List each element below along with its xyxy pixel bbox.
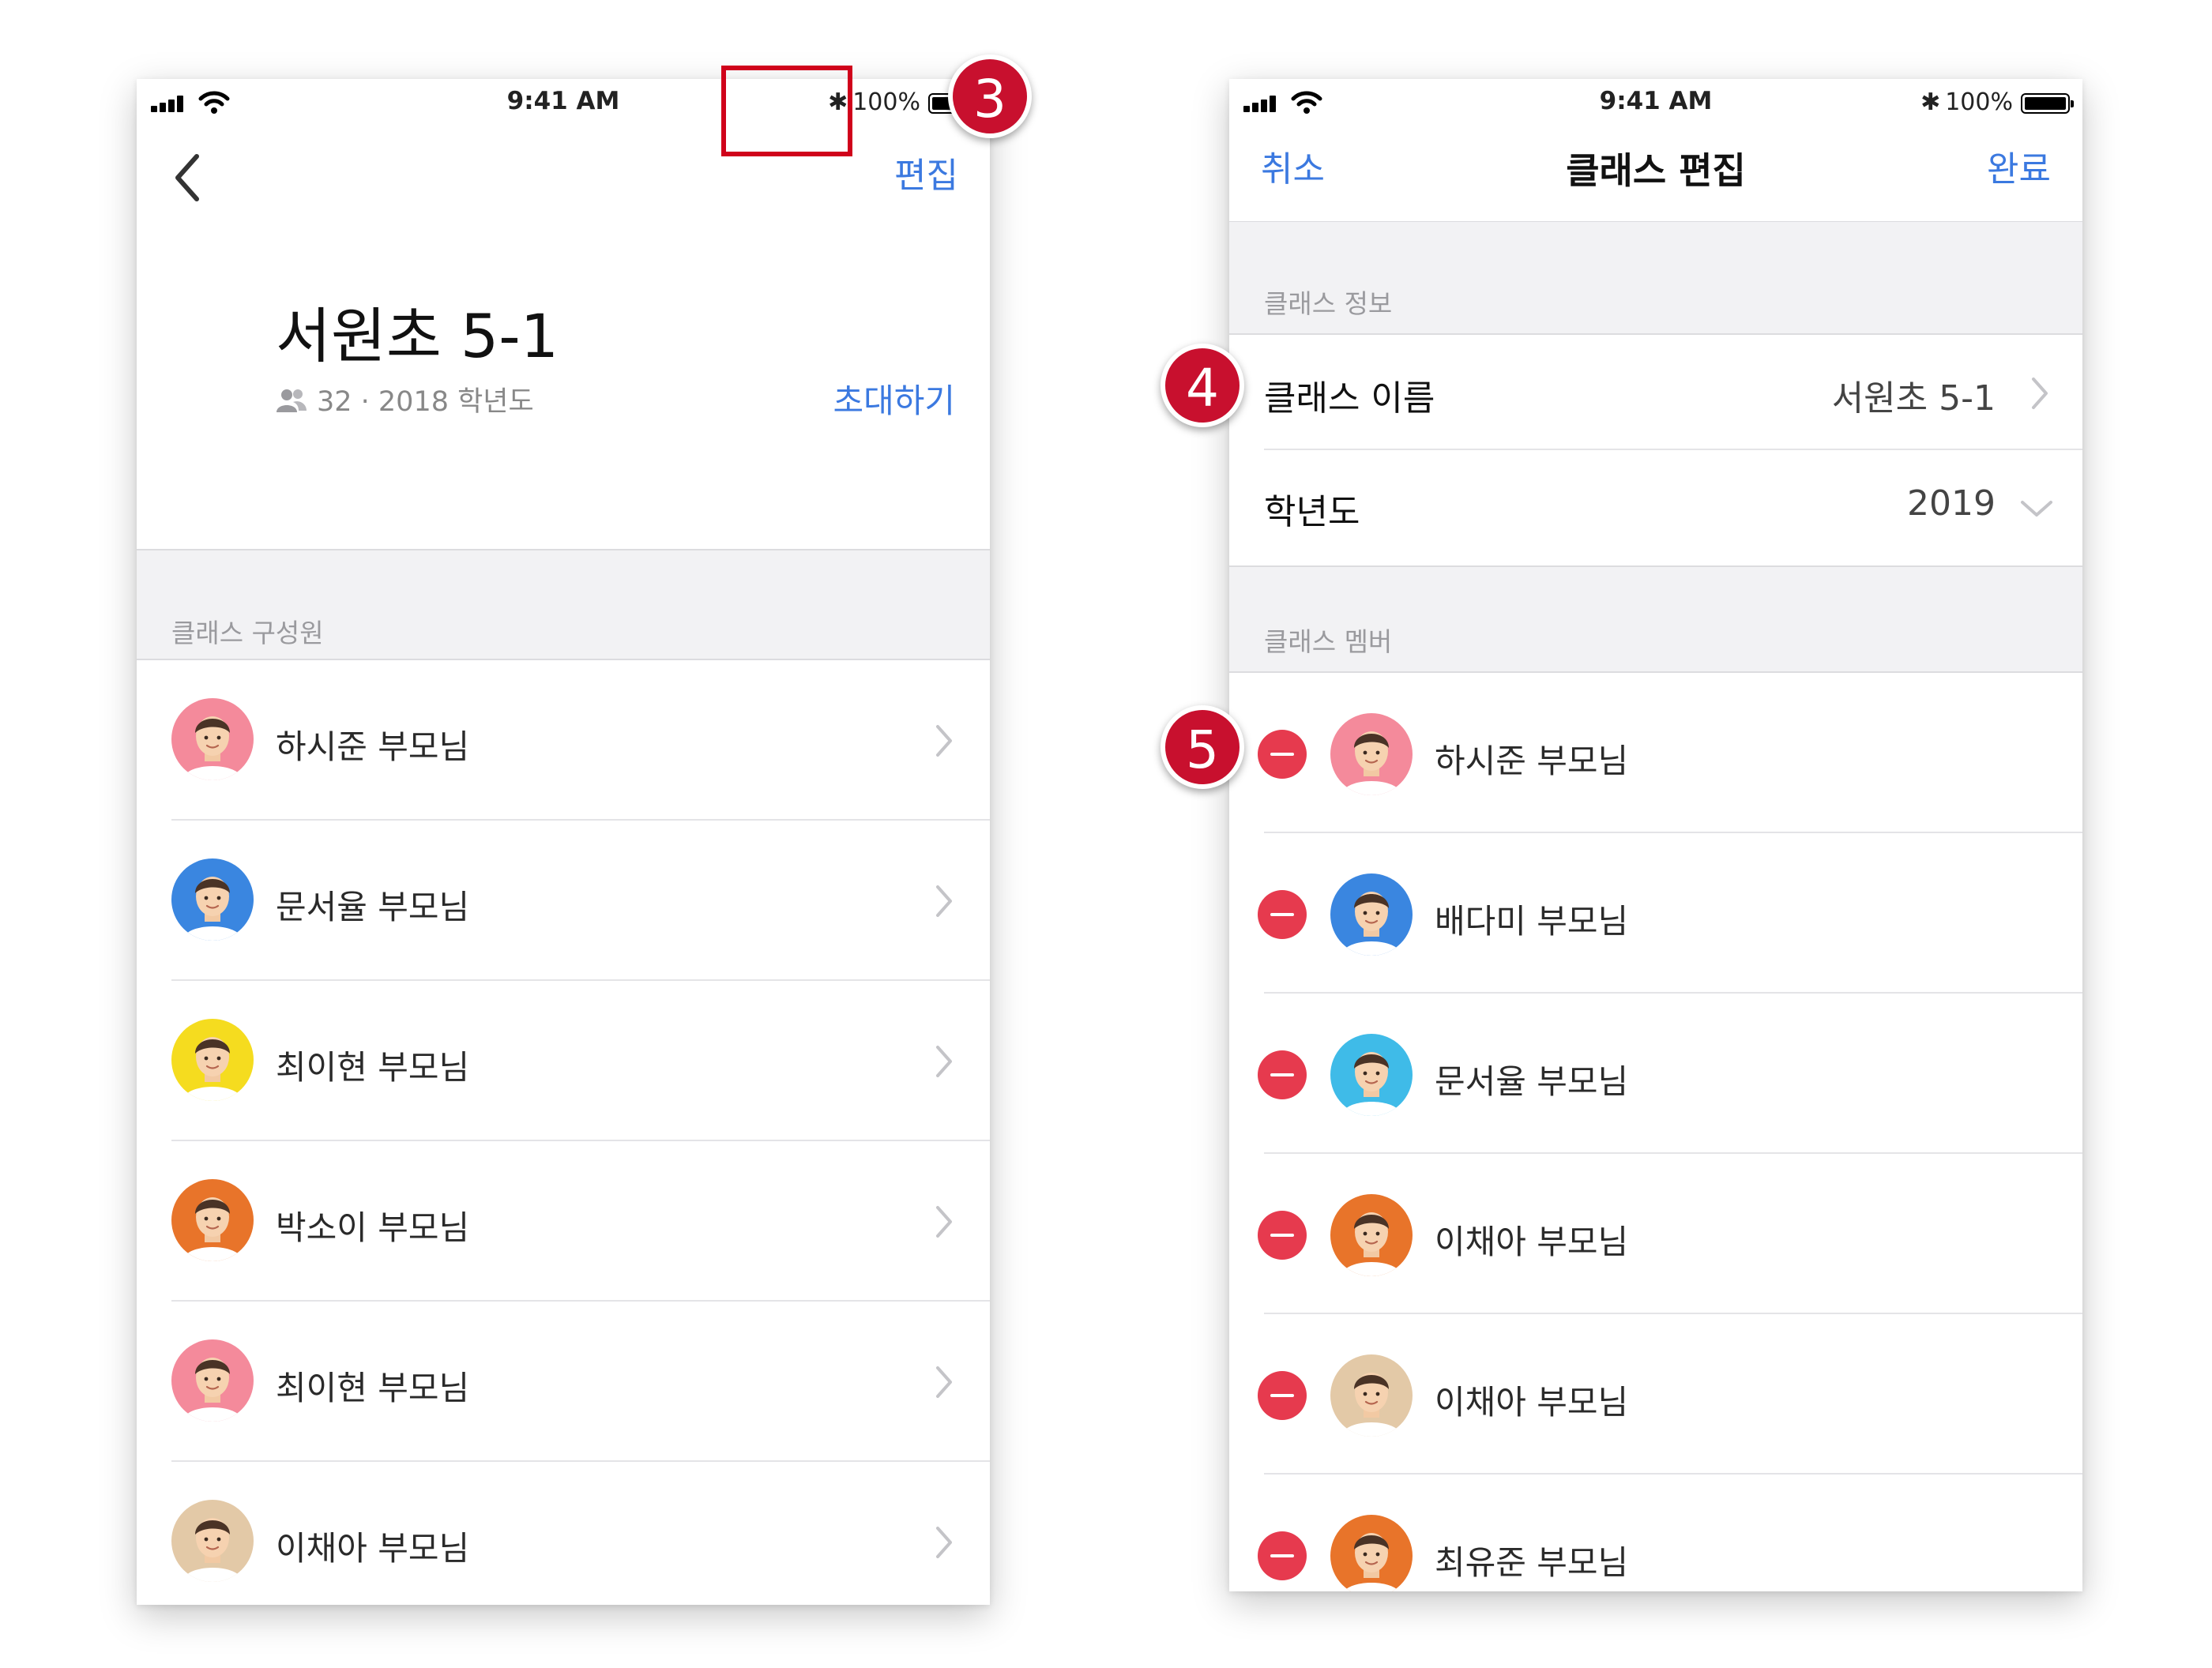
chevron-right-icon (936, 1366, 952, 1398)
member-name: 문서율 부모님 (276, 888, 470, 926)
info-section-header: 클래스 정보 (1229, 221, 2082, 335)
edit-highlight-box (721, 66, 852, 156)
class-meta: 32 · 2018 학년도 (276, 379, 534, 419)
member-row[interactable]: 최이현 부모님 (137, 981, 990, 1141)
status-right: ✱ 100% (1920, 88, 2074, 116)
chevron-right-icon (2032, 378, 2048, 409)
avatar (1330, 1354, 1413, 1437)
member-row[interactable]: 이채아 부모님 (137, 1462, 990, 1605)
member-row: 하시준 부모님 (1229, 673, 2082, 833)
avatar (171, 1179, 254, 1261)
avatar (171, 858, 254, 941)
edit-button[interactable]: 편집 (894, 147, 958, 197)
member-name: 이채아 부모님 (1435, 1383, 1629, 1422)
members-section-header: 클래스 멤버 (1229, 565, 2082, 673)
member-row[interactable]: 하시준 부모님 (137, 660, 990, 821)
school-year-label: 학년도 (1264, 492, 1360, 532)
done-button[interactable]: 완료 (1987, 141, 2051, 191)
step-badge-3: 3 (948, 54, 1032, 138)
avatar (171, 698, 254, 780)
avatar (171, 1339, 254, 1422)
member-name: 하시준 부모님 (1435, 742, 1629, 780)
remove-member-icon[interactable] (1258, 1371, 1307, 1420)
chevron-right-icon (936, 1527, 952, 1558)
member-name: 최유준 부모님 (1435, 1543, 1629, 1582)
member-row: 최유준 부모님 (1229, 1475, 2082, 1591)
remove-member-icon[interactable] (1258, 1050, 1307, 1099)
invite-button[interactable]: 초대하기 (833, 374, 955, 423)
chevron-down-icon (2021, 501, 2052, 517)
battery-icon (2021, 92, 2074, 114)
step-badge-4: 4 (1161, 344, 1244, 427)
member-row[interactable]: 박소이 부모님 (137, 1141, 990, 1302)
member-row: 배다미 부모님 (1229, 833, 2082, 994)
member-row: 문서율 부모님 (1229, 994, 2082, 1154)
avatar (1330, 1515, 1413, 1591)
people-icon (276, 389, 307, 412)
chevron-right-icon (936, 1206, 952, 1238)
remove-member-icon[interactable] (1258, 890, 1307, 939)
remove-member-icon[interactable] (1258, 1211, 1307, 1260)
member-name: 박소이 부모님 (276, 1208, 470, 1247)
members-section-header: 클래스 구성원 (137, 549, 990, 660)
avatar (1330, 713, 1413, 795)
class-meta-text: 32 · 2018 학년도 (317, 386, 534, 418)
member-name: 최이현 부모님 (276, 1048, 470, 1087)
chevron-right-icon (936, 885, 952, 917)
member-name: 배다미 부모님 (1435, 902, 1629, 941)
battery-percent: 100% (852, 88, 920, 116)
status-bar: 9:41 AM ✱ 100% (137, 79, 990, 126)
bluetooth-icon: ✱ (1920, 88, 1941, 116)
member-row[interactable]: 문서율 부모님 (137, 821, 990, 981)
member-name: 이채아 부모님 (276, 1529, 470, 1568)
section-label: 클래스 멤버 (1264, 626, 1393, 657)
school-year-row[interactable]: 학년도 2019 (1229, 450, 2082, 565)
chevron-right-icon (936, 1046, 952, 1077)
school-year-value[interactable]: 2019 (1907, 483, 1996, 524)
nav-bar: 편집 (137, 126, 990, 221)
member-row: 이채아 부모님 (1229, 1314, 2082, 1475)
member-name: 하시준 부모님 (276, 727, 470, 766)
remove-member-icon[interactable] (1258, 1531, 1307, 1580)
member-row: 이채아 부모님 (1229, 1154, 2082, 1314)
avatar (1330, 1194, 1413, 1276)
step-badge-5: 5 (1161, 705, 1244, 789)
member-name: 이채아 부모님 (1435, 1223, 1629, 1261)
class-edit-screen: 9:41 AM ✱ 100% 취소 클래스 편집 완료 클래스 정보 클래스 이름… (1229, 79, 2082, 1591)
chevron-right-icon (936, 725, 952, 757)
class-title: 서원초 5-1 (276, 301, 559, 371)
class-detail-screen: 9:41 AM ✱ 100% 편집 서원초 5-1 32 · 2018 학년도 초… (137, 79, 990, 1605)
nav-bar: 취소 클래스 편집 완료 (1229, 126, 2082, 221)
avatar (171, 1500, 254, 1582)
member-name: 최이현 부모님 (276, 1369, 470, 1407)
section-label: 클래스 정보 (1264, 288, 1393, 319)
class-name-label: 클래스 이름 (1264, 378, 1435, 419)
avatar (171, 1019, 254, 1101)
section-label: 클래스 구성원 (171, 618, 324, 648)
avatar (1330, 1034, 1413, 1116)
battery-percent: 100% (1945, 88, 2013, 116)
status-bar: 9:41 AM ✱ 100% (1229, 79, 2082, 126)
member-row[interactable]: 최이현 부모님 (137, 1302, 990, 1462)
back-chevron-icon[interactable] (167, 150, 211, 205)
class-name-value: 서원초 5-1 (1831, 378, 1996, 419)
nav-title: 클래스 편집 (1566, 149, 1746, 192)
avatar (1330, 873, 1413, 956)
member-name: 문서율 부모님 (1435, 1062, 1629, 1101)
class-name-row[interactable]: 클래스 이름 서원초 5-1 (1229, 335, 2082, 450)
remove-member-icon[interactable] (1258, 730, 1307, 779)
